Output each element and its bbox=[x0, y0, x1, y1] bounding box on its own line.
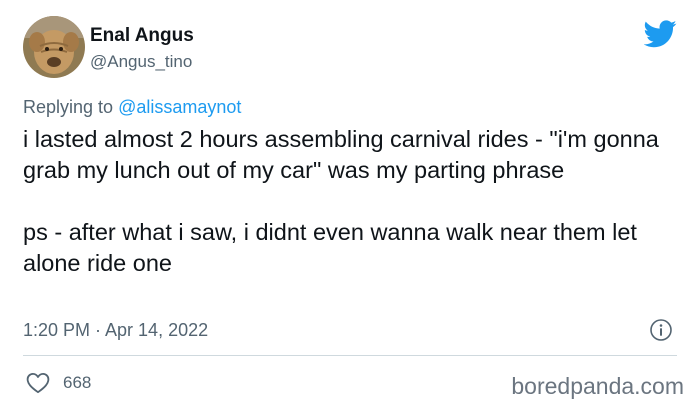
tweet-paragraph: i lasted almost 2 hours assembling carni… bbox=[23, 126, 659, 183]
tweet-text: i lasted almost 2 hours assembling carni… bbox=[23, 124, 683, 279]
divider bbox=[23, 355, 677, 356]
display-name[interactable]: Enal Angus bbox=[90, 25, 194, 47]
replying-to-label: Replying to bbox=[23, 97, 119, 117]
info-icon[interactable] bbox=[649, 318, 673, 342]
source-watermark: boredpanda.com bbox=[511, 373, 684, 399]
twitter-bird-icon[interactable] bbox=[644, 20, 677, 48]
avatar[interactable] bbox=[23, 16, 85, 78]
reply-mention-link[interactable]: @alissamaynot bbox=[118, 97, 241, 117]
avatar-image bbox=[23, 16, 85, 78]
tweet-timestamp[interactable]: 1:20 PM · Apr 14, 2022 bbox=[23, 320, 208, 341]
replying-to-line: Replying to @alissamaynot bbox=[23, 97, 241, 118]
tweet-paragraph: ps - after what i saw, i didnt even wann… bbox=[23, 219, 637, 276]
user-handle[interactable]: @Angus_tino bbox=[90, 52, 192, 72]
like-count: 668 bbox=[63, 373, 92, 392]
heart-icon[interactable] bbox=[26, 372, 50, 394]
